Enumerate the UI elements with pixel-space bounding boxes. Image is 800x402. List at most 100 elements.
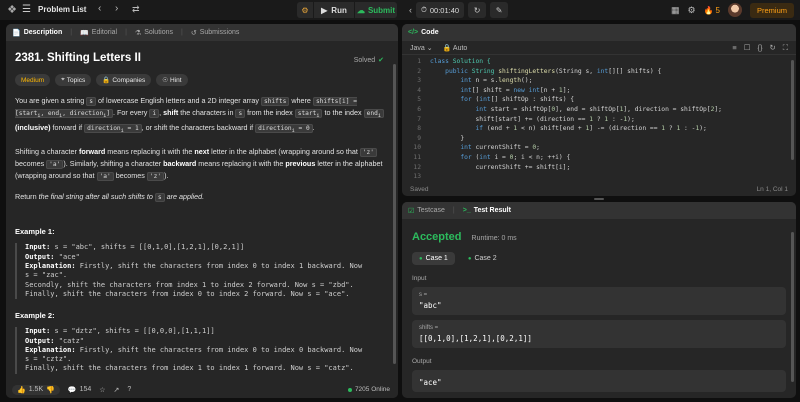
input-var-shifts: shifts = [[0,1,0],[1,2,1],[0,2,1]] [412,320,786,348]
book-icon: 📖 [80,29,89,37]
topics-badge[interactable]: ⌖ Topics [55,74,92,86]
thumbs-down-icon[interactable]: 👎 [46,386,55,394]
pass-dot-icon: ● [419,255,423,262]
avatar[interactable] [727,3,742,17]
comments-button[interactable]: 💬 154 [68,386,91,394]
tab-editorial[interactable]: 📖 Editorial [80,29,117,37]
code-icon: </> [408,29,419,36]
hint-badge[interactable]: ☉ Hint [156,74,188,86]
star-icon[interactable]: ☆ [99,386,105,394]
editor-scrollbar[interactable] [791,60,794,160]
premium-button[interactable]: Premium [749,2,794,18]
refresh-icon: ↻ [473,5,481,15]
chevron-left-icon[interactable]: ‹ [409,5,412,15]
auto-mode-toggle[interactable]: 🔒 Auto [443,44,468,52]
result-body: Accepted Runtime: 0 ms ● Case 1 ● Case 2 I… [402,219,796,392]
thumbs-up-icon[interactable]: 👍 [17,386,26,394]
logo-icon[interactable]: ❖ [6,4,18,16]
badges: Medium ⌖ Topics 🔒 Companies ☉ Hint [15,74,389,86]
online-dot-icon [347,387,352,392]
layout-icon[interactable]: ▦ [671,0,680,20]
list-icon[interactable]: ☰ [22,4,34,16]
input-label: Input [412,275,427,282]
pass-dot-icon: ● [467,255,472,262]
bookmark-icon[interactable]: ☐ [744,43,751,53]
resize-handle-horizontal[interactable] [594,198,604,200]
document-icon: 📄 [12,29,21,37]
timer[interactable]: ⏱ 00:01:40 [416,2,465,18]
case-tabs: ● Case 1 ● Case 2 [412,252,786,265]
shift-definition: Shifting a character forward means repla… [15,147,383,182]
notes-button[interactable]: ✎ [490,2,509,18]
play-icon: ▶ [321,5,328,15]
note-icon: ✎ [495,5,503,15]
result-tabbar: ☑ Testcase | >_ Test Result [402,202,796,219]
example-1: Input: s = "abc", shifts = [[0,1,0],[1,2… [15,243,389,300]
tab-test-result[interactable]: >_ Test Result [463,207,511,214]
submit-button[interactable]: ☁ Submit [355,2,397,18]
run-submit-group: ⚙ ▶ Run ☁ Submit [297,2,397,18]
like-group: 👍 1.5K 👎 [12,384,60,395]
flask-icon: ⚗ [134,29,142,37]
language-select[interactable]: Java ⌄ [410,44,433,52]
reset-timer-button[interactable]: ↻ [468,2,487,18]
lock-icon: 🔒 [102,77,111,84]
tab-description[interactable]: 📄 Description [12,29,62,37]
online-count: 7205 Online [347,386,390,393]
check-circle-icon: ✔ [378,57,384,64]
result-scrollbar[interactable] [791,232,794,382]
comment-icon: 💬 [67,386,77,394]
output-label: Output [412,358,432,365]
tab-testcase[interactable]: ☑ Testcase [408,207,445,215]
debug-button[interactable]: ⚙ [297,2,313,18]
problem-title: 2381. Shifting Letters II [15,52,141,64]
test-result-panel: ☑ Testcase | >_ Test Result Accepted Runti… [402,202,796,398]
run-button[interactable]: ▶ Run [314,2,354,18]
terminal-icon: >_ [462,207,471,214]
top-bar: ❖ ☰ Problem List ‹ › ⇄ ⚙ ▶ Run ☁ Submit … [0,0,800,20]
gear-icon[interactable]: ⚙ [687,0,695,20]
timer-value: 00:01:40 [429,5,460,15]
chevron-right-icon[interactable]: › [115,3,118,14]
output-box: "ace" [412,370,786,392]
case-1-tab[interactable]: ● Case 1 [412,252,455,265]
tab-code[interactable]: </> Code [408,29,439,36]
fullscreen-icon[interactable]: ⛶ [783,43,788,53]
cursor-position: Ln 1, Col 1 [756,185,788,193]
menu-icon[interactable]: ≡ [732,43,736,53]
problem-statement: You are given a string s of lowercase En… [15,95,389,137]
description-panel: 📄 Description | 📖 Editorial | ⚗ Solutions |… [6,24,398,398]
reset-icon[interactable]: ↻ [769,43,775,53]
shuffle-icon[interactable]: ⇄ [132,4,140,15]
description-scrollbar[interactable] [393,64,396,364]
tab-submissions[interactable]: ↺ Submissions [191,29,240,37]
example-2: Input: s = "dztz", shifts = [[0,0,0],[1,… [15,327,389,374]
history-icon: ↺ [190,29,197,37]
share-icon[interactable]: ↗ [114,386,120,394]
case-2-tab[interactable]: ● Case 2 [461,252,504,265]
tag-icon: ⌖ [61,76,65,83]
input-var-s: s = "abc" [412,287,786,315]
difficulty-badge: Medium [15,74,51,86]
runtime: Runtime: 0 ms [471,235,517,242]
help-icon[interactable]: ? [127,386,131,393]
return-statement: Return the final string after all such s… [15,192,205,203]
upload-icon: ☁ [356,5,365,15]
run-label: Run [331,5,347,15]
description-tabbar: 📄 Description | 📖 Editorial | ⚗ Solutions |… [6,24,398,41]
code-tabbar: </> Code [402,24,796,41]
code-editor[interactable]: 1 class Solution { 2 public String shifti… [402,57,796,181]
companies-badge[interactable]: 🔒 Companies [96,74,152,86]
braces-icon[interactable]: {} [757,43,762,53]
tab-solutions[interactable]: ⚗ Solutions [135,29,173,37]
timer-group: ‹ ⏱ 00:01:40 ↻ ✎ [409,2,509,18]
bug-icon: ⚙ [301,5,309,15]
streak-counter[interactable]: 🔥 5 [704,6,720,15]
clock-icon: ⏱ [421,5,427,14]
editor-status-bar: Saved Ln 1, Col 1 [402,182,796,196]
problem-list-link[interactable]: Problem List [38,5,86,14]
bulb-icon: ☉ [162,77,169,84]
chevron-left-icon[interactable]: ‹ [98,3,101,14]
checkbox-icon: ☑ [408,207,415,215]
code-panel: </> Code Java ⌄ 🔒 Auto ≡ ☐ {} ↻ ⛶ 1 class… [402,24,796,196]
